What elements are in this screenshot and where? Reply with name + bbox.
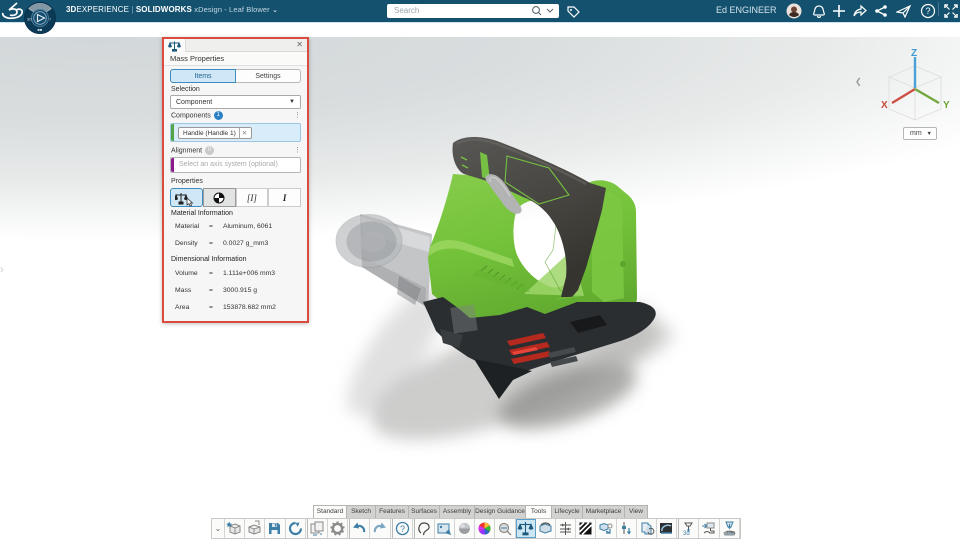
svg-text:Y: Y [943, 100, 950, 111]
svg-text:3d: 3d [683, 531, 690, 537]
svg-text:?: ? [926, 6, 931, 16]
svg-text:?: ? [400, 524, 405, 534]
svg-text:■■: ■■ [38, 27, 43, 32]
svg-text:Z: Z [911, 48, 917, 59]
svg-text:X: X [881, 100, 888, 111]
svg-text:3D: 3D [27, 17, 32, 22]
svg-text:3 MB: 3 MB [726, 531, 735, 535]
